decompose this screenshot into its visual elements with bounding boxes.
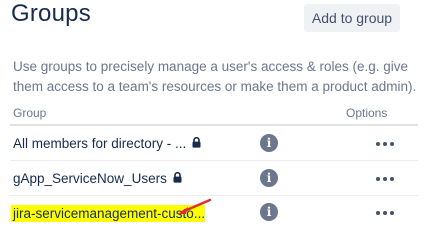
group-name-cell[interactable]: All members for directory - ...	[13, 136, 201, 151]
red-arrow-icon	[178, 198, 212, 214]
info-icon[interactable]: i	[260, 169, 278, 187]
page-description: Use groups to precisely manage a user's …	[13, 59, 417, 94]
lock-icon	[192, 137, 201, 148]
page-title: Groups	[11, 0, 91, 27]
more-options-icon[interactable]	[376, 211, 394, 215]
table-row: All members for directory - ... i	[10, 126, 418, 161]
lock-icon	[173, 172, 182, 183]
more-options-icon[interactable]	[376, 142, 394, 146]
column-header-options: Options	[346, 106, 388, 120]
table-row: gApp_ServiceNow_Users i	[10, 161, 418, 196]
info-icon[interactable]: i	[260, 203, 278, 221]
table-row: jira-servicemanagement-custo... i	[10, 195, 418, 229]
add-to-group-button[interactable]: Add to group	[304, 4, 400, 32]
more-options-icon[interactable]	[376, 177, 394, 181]
column-header-group: Group	[13, 106, 47, 120]
group-name-cell[interactable]: gApp_ServiceNow_Users	[13, 171, 182, 186]
info-icon[interactable]: i	[260, 134, 278, 152]
group-name[interactable]: gApp_ServiceNow_Users	[13, 171, 167, 186]
group-name[interactable]: All members for directory - ...	[13, 136, 186, 151]
